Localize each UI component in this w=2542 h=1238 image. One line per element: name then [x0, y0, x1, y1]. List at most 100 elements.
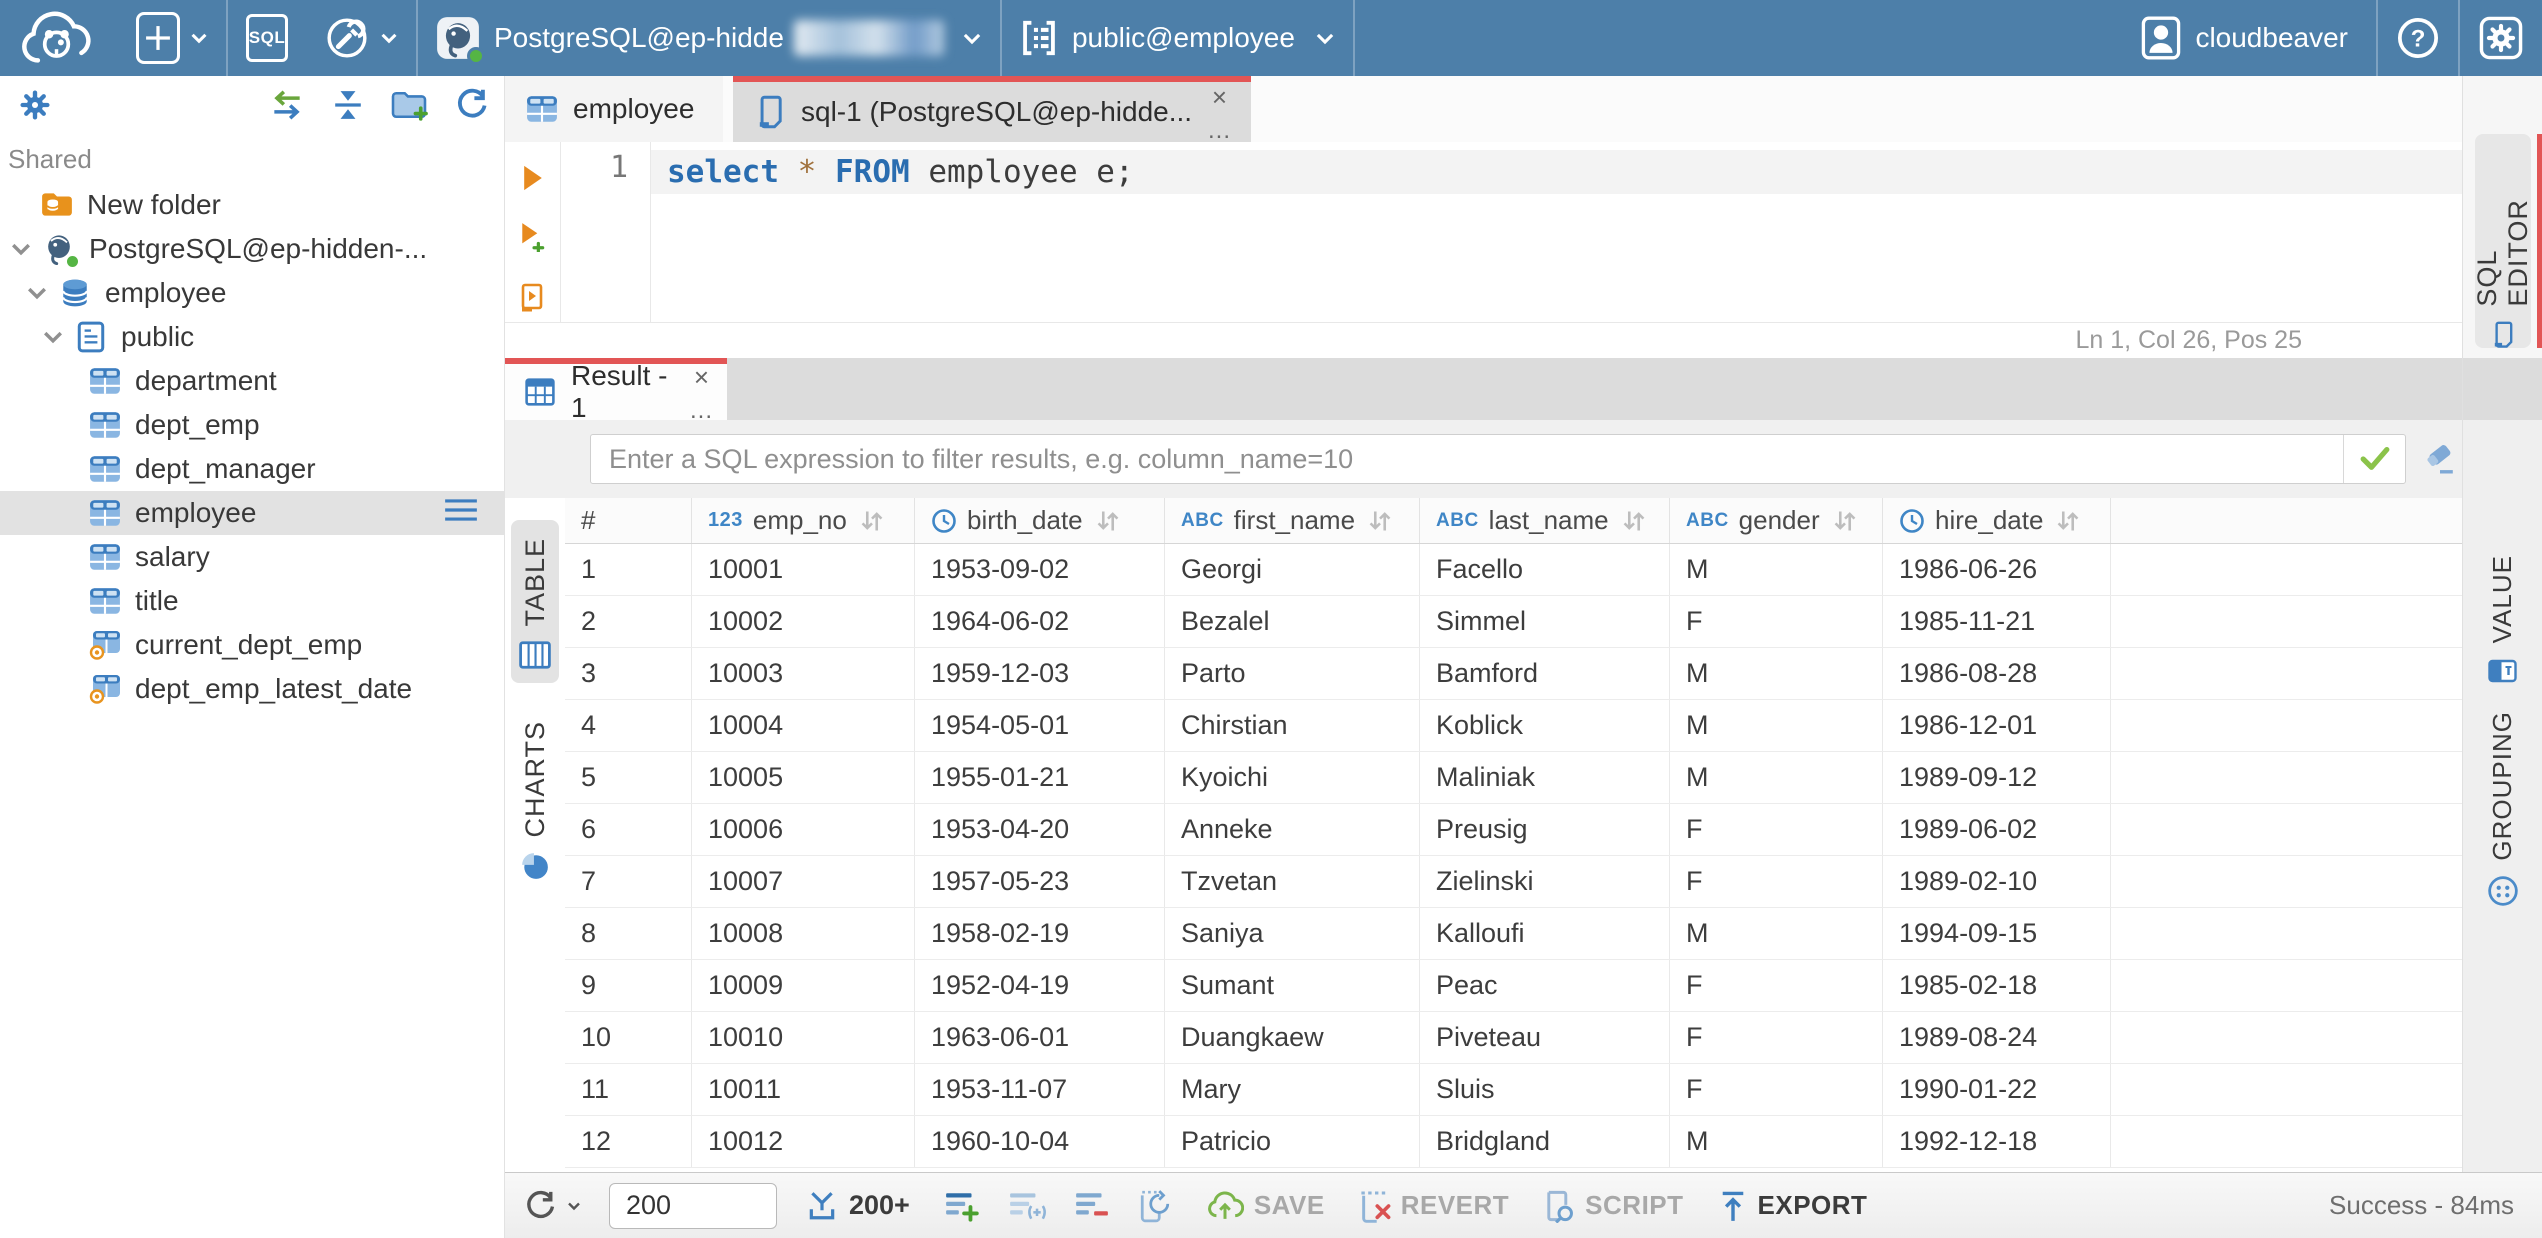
tree-item-dept-manager[interactable]: dept_manager: [0, 447, 504, 491]
row-number-cell[interactable]: 4: [565, 700, 692, 751]
cell-hire-date[interactable]: 1989-02-10: [1883, 856, 2111, 907]
cell-gender[interactable]: M: [1670, 544, 1883, 595]
cell-birth-date[interactable]: 1958-02-19: [915, 908, 1165, 959]
sidebar-settings-button[interactable]: [16, 86, 54, 124]
export-button[interactable]: EXPORT: [1718, 1190, 1868, 1222]
tree-item-current-dept-emp[interactable]: current_dept_emp: [0, 623, 504, 667]
refresh-tree-button[interactable]: [454, 88, 488, 122]
save-button[interactable]: SAVE: [1206, 1190, 1325, 1221]
filter-input[interactable]: [591, 435, 2343, 483]
tree-expander[interactable]: [40, 330, 66, 344]
cell-emp-no[interactable]: 10012: [692, 1116, 915, 1167]
row-number-cell[interactable]: 9: [565, 960, 692, 1011]
tree-item-salary[interactable]: salary: [0, 535, 504, 579]
cell-first-name[interactable]: Parto: [1165, 648, 1420, 699]
tree-item-department[interactable]: department: [0, 359, 504, 403]
column-header-emp-no[interactable]: 123 emp_no: [692, 498, 915, 543]
execute-new-tab-button[interactable]: [520, 222, 546, 252]
cell-hire-date[interactable]: 1986-08-28: [1883, 648, 2111, 699]
cell-birth-date[interactable]: 1953-11-07: [915, 1064, 1165, 1115]
cell-last-name[interactable]: Facello: [1420, 544, 1670, 595]
close-tab-button[interactable]: ×: [1212, 84, 1227, 110]
sort-icon[interactable]: [1621, 509, 1647, 533]
cell-hire-date[interactable]: 1986-06-26: [1883, 544, 2111, 595]
cell-emp-no[interactable]: 10005: [692, 752, 915, 803]
cell-birth-date[interactable]: 1955-01-21: [915, 752, 1165, 803]
cell-birth-date[interactable]: 1960-10-04: [915, 1116, 1165, 1167]
cell-emp-no[interactable]: 10003: [692, 648, 915, 699]
sort-icon[interactable]: [1367, 509, 1393, 533]
tree-item-new-folder[interactable]: New folder: [0, 183, 504, 227]
tab-employee[interactable]: employee: [505, 76, 723, 142]
sort-icon[interactable]: [1832, 509, 1858, 533]
cell-emp-no[interactable]: 10011: [692, 1064, 915, 1115]
tab-menu-button[interactable]: ...: [1208, 119, 1231, 143]
cell-emp-no[interactable]: 10001: [692, 544, 915, 595]
schema-selector[interactable]: public@employee: [1002, 0, 1353, 76]
cell-hire-date[interactable]: 1989-08-24: [1883, 1012, 2111, 1063]
cell-gender[interactable]: F: [1670, 1012, 1883, 1063]
column-header-birth-date[interactable]: birth_date: [915, 498, 1165, 543]
settings-button[interactable]: [2460, 0, 2542, 76]
add-row-button[interactable]: [944, 1190, 980, 1222]
cell-hire-date[interactable]: 1989-06-02: [1883, 804, 2111, 855]
cell-last-name[interactable]: Bridgland: [1420, 1116, 1670, 1167]
cell-emp-no[interactable]: 10009: [692, 960, 915, 1011]
cell-last-name[interactable]: Sluis: [1420, 1064, 1670, 1115]
row-number-cell[interactable]: 6: [565, 804, 692, 855]
cell-first-name[interactable]: Patricio: [1165, 1116, 1420, 1167]
fetch-more-button[interactable]: 200+: [805, 1190, 910, 1222]
delete-row-button[interactable]: [1074, 1190, 1110, 1222]
cell-last-name[interactable]: Koblick: [1420, 700, 1670, 751]
cell-first-name[interactable]: Chirstian: [1165, 700, 1420, 751]
column-header-gender[interactable]: ABC gender: [1670, 498, 1883, 543]
tree-item-employee-table[interactable]: employee: [0, 491, 504, 535]
row-number-cell[interactable]: 10: [565, 1012, 692, 1063]
cell-gender[interactable]: F: [1670, 596, 1883, 647]
cell-hire-date[interactable]: 1985-02-18: [1883, 960, 2111, 1011]
cell-gender[interactable]: M: [1670, 1116, 1883, 1167]
cell-gender[interactable]: F: [1670, 856, 1883, 907]
tab-result-1[interactable]: Result - 1 × ...: [505, 358, 727, 423]
revert-button[interactable]: REVERT: [1359, 1189, 1509, 1223]
column-header-first-name[interactable]: ABC first_name: [1165, 498, 1420, 543]
tree-item-dept-emp[interactable]: dept_emp: [0, 403, 504, 447]
cell-first-name[interactable]: Bezalel: [1165, 596, 1420, 647]
new-sql-editor-button[interactable]: SQL: [228, 0, 306, 76]
code-area[interactable]: select * FROM employee e;: [651, 142, 2462, 322]
cell-birth-date[interactable]: 1957-05-23: [915, 856, 1165, 907]
tab-grouping-panel[interactable]: GROUPING: [2487, 711, 2519, 907]
tree-expander[interactable]: [24, 286, 50, 300]
cell-gender[interactable]: M: [1670, 648, 1883, 699]
cell-birth-date[interactable]: 1953-09-02: [915, 544, 1165, 595]
row-number-cell[interactable]: 12: [565, 1116, 692, 1167]
cell-gender[interactable]: F: [1670, 804, 1883, 855]
row-number-cell[interactable]: 5: [565, 752, 692, 803]
cell-emp-no[interactable]: 10006: [692, 804, 915, 855]
cell-birth-date[interactable]: 1954-05-01: [915, 700, 1165, 751]
cell-hire-date[interactable]: 1992-12-18: [1883, 1116, 2111, 1167]
tab-value-panel[interactable]: VALUE: [2487, 555, 2518, 685]
cell-last-name[interactable]: Preusig: [1420, 804, 1670, 855]
column-header-hire-date[interactable]: hire_date: [1883, 498, 2111, 543]
cell-gender[interactable]: M: [1670, 752, 1883, 803]
tab-charts-view[interactable]: CHARTS: [511, 703, 559, 896]
row-number-cell[interactable]: 1: [565, 544, 692, 595]
sort-icon[interactable]: [2055, 509, 2081, 533]
cell-emp-no[interactable]: 10010: [692, 1012, 915, 1063]
row-number-cell[interactable]: 11: [565, 1064, 692, 1115]
execute-query-button[interactable]: [522, 164, 544, 192]
tab-sql-editor-panel[interactable]: SQL EDITOR: [2472, 134, 2542, 348]
row-limit-input[interactable]: [609, 1182, 777, 1229]
cell-emp-no[interactable]: 10002: [692, 596, 915, 647]
cell-first-name[interactable]: Kyoichi: [1165, 752, 1420, 803]
apply-filter-button[interactable]: [2343, 435, 2405, 483]
collapse-all-button[interactable]: [332, 89, 364, 121]
cell-first-name[interactable]: Duangkaew: [1165, 1012, 1420, 1063]
cell-hire-date[interactable]: 1990-01-22: [1883, 1064, 2111, 1115]
refresh-results-button[interactable]: [523, 1189, 581, 1223]
cell-first-name[interactable]: Saniya: [1165, 908, 1420, 959]
item-menu-button[interactable]: [444, 497, 478, 530]
row-number-cell[interactable]: 2: [565, 596, 692, 647]
row-number-cell[interactable]: 8: [565, 908, 692, 959]
